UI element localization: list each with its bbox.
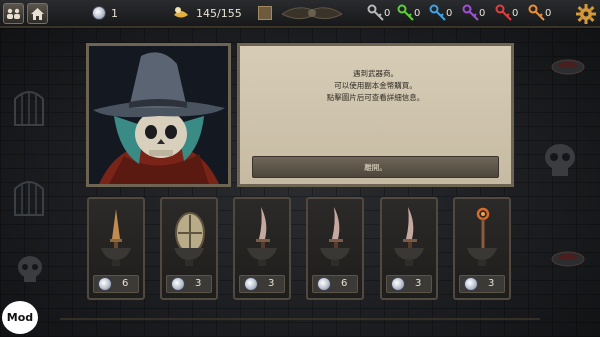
top-bar: 1 145/155 0 0 0 0 0 0 <box>0 0 600 28</box>
shop-item-card[interactable]: 6 <box>306 197 364 300</box>
food-icon <box>174 7 188 18</box>
leave-button[interactable]: 離開。 <box>252 156 499 178</box>
mod-badge: Mod <box>2 301 38 334</box>
pedestal-icon <box>174 248 204 266</box>
bottom-frame-ornament <box>60 318 540 328</box>
price-tag: 3 <box>386 275 432 293</box>
item-price: 6 <box>341 278 348 289</box>
silver-coin-icon <box>98 277 112 291</box>
dialog-line-1: 遇到武器商。 <box>353 69 398 78</box>
blue-key-icon <box>429 4 446 21</box>
silver-coin-icon <box>92 6 106 20</box>
right-skull-icon <box>545 144 575 176</box>
dialog-message: 遇到武器商。 可以使用副本金幣購買。 點擊圖片后可查看詳細信息。 <box>240 68 511 104</box>
shop-item-card[interactable]: 3 <box>233 197 291 300</box>
silver-coin-icon <box>244 277 258 291</box>
gray-key-count: 0 <box>384 8 391 19</box>
item-price: 3 <box>268 278 275 289</box>
price-tag: 3 <box>459 275 505 293</box>
crest-ornament <box>282 7 342 20</box>
party-icon <box>7 8 20 19</box>
price-tag: 3 <box>239 275 285 293</box>
right-cauldron-decor-2 <box>551 251 585 267</box>
red-key-icon <box>495 4 512 21</box>
pedestal-icon <box>467 248 497 266</box>
home-icon <box>31 7 44 20</box>
food-counter: 145/155 <box>196 7 242 20</box>
pedestal-icon <box>247 248 277 266</box>
shop-item-card[interactable]: 3 <box>380 197 438 300</box>
gray-key-icon <box>367 4 384 21</box>
right-cauldron-decor <box>551 59 585 75</box>
purple-key-count: 0 <box>479 8 486 19</box>
price-tag: 3 <box>166 275 212 293</box>
silver-count: 1 <box>111 7 118 20</box>
item-price: 6 <box>122 278 129 289</box>
red-key-count: 0 <box>512 8 519 19</box>
pedestal-icon <box>101 248 131 266</box>
price-tag: 6 <box>93 275 139 293</box>
left-cage-decor-2 <box>14 181 44 216</box>
settings-gear-icon[interactable] <box>576 4 596 24</box>
silver-coin-icon <box>391 277 405 291</box>
green-key-icon <box>397 4 414 21</box>
silver-coin-icon <box>171 277 185 291</box>
party-button[interactable] <box>3 3 24 24</box>
green-key-count: 0 <box>414 8 421 19</box>
shop-item-card[interactable]: 3 <box>160 197 218 300</box>
blue-key-count: 0 <box>446 8 453 19</box>
orange-key-count: 0 <box>545 8 552 19</box>
dialog-panel: 遇到武器商。 可以使用副本金幣購買。 點擊圖片后可查看詳細信息。 離開。 <box>237 43 514 187</box>
price-tag: 6 <box>312 275 358 293</box>
dialog-line-2: 可以使用副本金幣購買。 <box>334 81 417 90</box>
item-price: 3 <box>195 278 202 289</box>
shop-item-card[interactable]: 6 <box>87 197 145 300</box>
left-skull-icon <box>18 256 42 282</box>
merchant-portrait[interactable] <box>86 43 231 187</box>
home-button[interactable] <box>27 3 48 24</box>
silver-coin-icon <box>317 277 331 291</box>
dialog-line-3: 點擊圖片后可查看詳細信息。 <box>326 93 425 102</box>
item-price: 3 <box>488 278 495 289</box>
pedestal-icon <box>320 248 350 266</box>
pedestal-icon <box>394 248 424 266</box>
light-icon <box>258 6 272 20</box>
purple-key-icon <box>462 4 479 21</box>
left-cage-decor <box>14 91 44 126</box>
shop-item-card[interactable]: 3 <box>453 197 511 300</box>
scarecrow-merchant-image <box>89 46 228 184</box>
item-price: 3 <box>415 278 422 289</box>
silver-coin-icon <box>464 277 478 291</box>
orange-key-icon <box>528 4 545 21</box>
